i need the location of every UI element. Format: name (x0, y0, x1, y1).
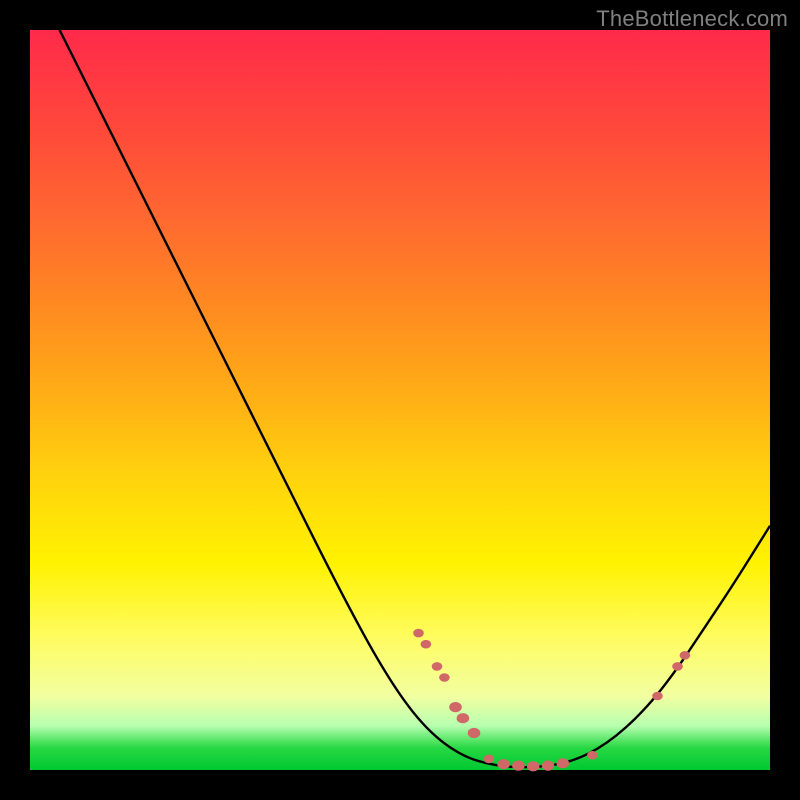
curve-marker (672, 662, 683, 671)
curve-marker (680, 651, 691, 660)
curve-svg (30, 30, 770, 770)
curve-marker (542, 761, 555, 771)
curve-marker (512, 761, 525, 771)
curve-marker (484, 755, 495, 764)
curve-marker (449, 702, 462, 712)
curve-marker (439, 673, 450, 682)
curve-marker (421, 640, 432, 649)
curve-marker (557, 758, 570, 768)
bottleneck-curve (60, 30, 770, 767)
curve-marker (652, 692, 663, 701)
curve-marker (457, 713, 470, 723)
curve-marker (587, 751, 598, 760)
curve-marker (432, 662, 443, 671)
plot-area (30, 30, 770, 770)
chart-container: TheBottleneck.com (0, 0, 800, 800)
curve-marker (413, 629, 424, 638)
watermark-text: TheBottleneck.com (596, 6, 788, 32)
curve-marker (497, 759, 510, 769)
curve-marker (527, 761, 540, 771)
curve-marker (468, 728, 481, 738)
